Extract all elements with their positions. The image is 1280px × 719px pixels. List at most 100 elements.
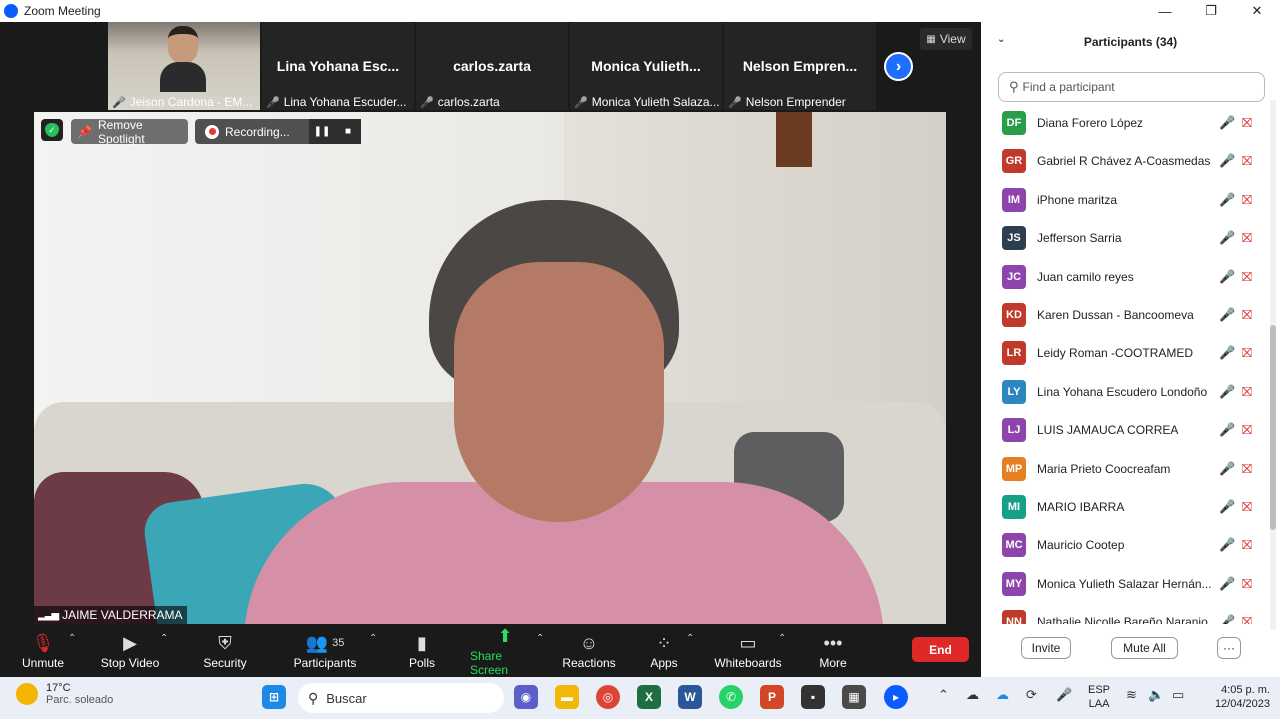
mic-muted-icon[interactable]: 🎤 [1219, 269, 1235, 285]
volume-icon[interactable]: 🔈 [1148, 687, 1164, 703]
reactions-button[interactable]: ☺ Reactions [562, 625, 616, 677]
mic-muted-icon[interactable]: 🎤 [1219, 537, 1235, 553]
participants-button[interactable]: 👥 35 Participants [292, 625, 358, 677]
calculator-icon[interactable]: ▦ [842, 685, 866, 709]
mic-muted-icon[interactable]: 🎤 [1219, 345, 1235, 361]
panel-more-button[interactable]: ··· [1217, 637, 1241, 659]
video-tile[interactable]: 🎤 Jeison Cardona - EM... [108, 22, 260, 110]
weather-widget[interactable]: 17°C Parc. soleado [16, 682, 113, 706]
scrollbar-thumb[interactable] [1270, 325, 1276, 530]
video-off-icon[interactable]: ⛝ [1242, 307, 1252, 323]
video-off-icon[interactable]: ⛝ [1242, 384, 1252, 400]
mic-muted-icon[interactable]: 🎤 [1219, 614, 1235, 624]
video-off-icon[interactable]: ⛝ [1242, 422, 1252, 438]
mic-muted-icon[interactable]: 🎤 [1219, 384, 1235, 400]
video-tile[interactable]: Lina Yohana Esc... 🎤 Lina Yohana Escuder.… [262, 22, 414, 110]
share-options-caret[interactable]: ⌃ [536, 633, 544, 644]
participant-search-input[interactable]: ⚲ Find a participant [998, 72, 1265, 102]
video-off-icon[interactable]: ⛝ [1242, 192, 1252, 208]
security-button[interactable]: ⛨ Security [200, 625, 250, 677]
whiteboards-button[interactable]: ▭ Whiteboards [714, 625, 782, 677]
remove-spotlight-button[interactable]: 📌 Remove Spotlight [71, 118, 188, 146]
participant-row[interactable]: MY Monica Yulieth Salazar Hernán... 🎤 ⛝ [981, 565, 1269, 603]
sticky-notes-icon[interactable]: ▪ [801, 685, 825, 709]
wifi-icon[interactable]: ≋ [1126, 687, 1137, 703]
pause-recording-button[interactable]: ❚❚ [309, 119, 335, 144]
video-off-icon[interactable]: ⛝ [1242, 537, 1252, 553]
participant-row[interactable]: DF Diana Forero López 🎤 ⛝ [981, 104, 1269, 142]
whatsapp-icon[interactable]: ✆ [719, 685, 743, 709]
powerpoint-icon[interactable]: P [760, 685, 784, 709]
participant-row[interactable]: IM iPhone maritza 🎤 ⛝ [981, 181, 1269, 219]
maximize-button[interactable]: ❐ [1188, 0, 1234, 22]
language-indicator[interactable]: ESP LAA [1088, 683, 1110, 711]
mic-muted-icon[interactable]: 🎤 [1219, 153, 1235, 169]
encryption-shield-icon[interactable]: ✓ [41, 119, 63, 141]
stop-recording-button[interactable]: ■ [335, 119, 361, 144]
mic-muted-icon[interactable]: 🎤 [1219, 230, 1235, 246]
excel-icon[interactable]: X [637, 685, 661, 709]
participant-row[interactable]: GR Gabriel R Chávez A-Coasmedas 🎤 ⛝ [981, 142, 1269, 180]
participant-row[interactable]: KD Karen Dussan - Bancoomeva 🎤 ⛝ [981, 296, 1269, 334]
mic-muted-icon[interactable]: 🎤 [1219, 422, 1235, 438]
video-tile[interactable]: Nelson Empren... 🎤 Nelson Emprender [724, 22, 876, 110]
video-off-icon[interactable]: ⛝ [1242, 153, 1252, 169]
participant-row[interactable]: NN Nathalie Nicolle Bareño Naranjo 🎤 ⛝ [981, 603, 1269, 624]
video-off-icon[interactable]: ⛝ [1242, 345, 1252, 361]
mic-muted-icon[interactable]: 🎤 [1219, 499, 1235, 515]
video-off-icon[interactable]: ⛝ [1242, 461, 1252, 477]
apps-options-caret[interactable]: ⌃ [686, 633, 694, 644]
view-button[interactable]: ▦ View [920, 28, 972, 50]
mute-all-button[interactable]: Mute All [1111, 637, 1178, 659]
mic-muted-icon[interactable]: 🎤 [1219, 192, 1235, 208]
end-meeting-button[interactable]: End [912, 637, 969, 662]
video-off-icon[interactable]: ⛝ [1242, 576, 1252, 592]
mic-muted-icon[interactable]: 🎤 [1219, 115, 1235, 131]
more-button[interactable]: ••• More [816, 625, 850, 677]
participants-options-caret[interactable]: ⌃ [369, 633, 377, 644]
participant-row[interactable]: MC Mauricio Cootep 🎤 ⛝ [981, 526, 1269, 564]
video-options-caret[interactable]: ⌃ [160, 633, 168, 644]
battery-icon[interactable]: ▭ [1172, 687, 1184, 703]
minimize-button[interactable]: — [1142, 0, 1188, 22]
participant-row[interactable]: JC Juan camilo reyes 🎤 ⛝ [981, 258, 1269, 296]
whiteboards-options-caret[interactable]: ⌃ [778, 633, 786, 644]
apps-button[interactable]: ⁘ Apps [648, 625, 680, 677]
stop-video-button[interactable]: ▶ Stop Video [100, 625, 160, 677]
zoom-taskbar-icon[interactable]: ▸ [884, 685, 908, 709]
unmute-button[interactable]: 🎙 Unmute [18, 625, 68, 677]
video-tile[interactable]: Monica Yulieth... 🎤 Monica Yulieth Salaza… [570, 22, 722, 110]
video-tile[interactable]: carlos.zarta 🎤 carlos.zarta [416, 22, 568, 110]
taskbar-clock[interactable]: 4:05 p. m. 12/04/2023 [1200, 683, 1270, 711]
taskbar-search-input[interactable]: ⚲ Buscar [298, 683, 504, 713]
participant-row[interactable]: LR Leidy Roman -COOTRAMED 🎤 ⛝ [981, 334, 1269, 372]
audio-options-caret[interactable]: ⌃ [68, 633, 76, 644]
participant-row[interactable]: JS Jefferson Sarria 🎤 ⛝ [981, 219, 1269, 257]
file-explorer-icon[interactable]: ▬ [555, 685, 579, 709]
mic-muted-icon[interactable]: 🎤 [1219, 307, 1235, 323]
chevron-down-icon[interactable]: ⌄ [997, 34, 1005, 45]
tray-overflow-icon[interactable]: ⌃ [938, 687, 949, 703]
video-off-icon[interactable]: ⛝ [1242, 115, 1252, 131]
participant-row[interactable]: MP Maria Prieto Coocreafam 🎤 ⛝ [981, 450, 1269, 488]
invite-button[interactable]: Invite [1021, 637, 1071, 659]
participant-row[interactable]: LJ LUIS JAMAUCA CORREA 🎤 ⛝ [981, 411, 1269, 449]
participant-list-scrollbar[interactable] [1270, 100, 1276, 630]
microphone-icon[interactable]: 🎤 [1056, 687, 1072, 703]
windows-start-icon[interactable]: ⊞ [262, 685, 286, 709]
polls-button[interactable]: ▮ Polls [405, 625, 439, 677]
participant-row[interactable]: LY Lina Yohana Escudero Londoño 🎤 ⛝ [981, 373, 1269, 411]
close-button[interactable]: ✕ [1234, 0, 1280, 22]
word-icon[interactable]: W [678, 685, 702, 709]
teams-icon[interactable]: ◉ [514, 685, 538, 709]
mic-muted-icon[interactable]: 🎤 [1219, 576, 1235, 592]
participant-row[interactable]: MI MARIO IBARRA 🎤 ⛝ [981, 488, 1269, 526]
cloud-icon[interactable]: ☁ [996, 687, 1009, 703]
video-off-icon[interactable]: ⛝ [1242, 499, 1252, 515]
mic-muted-icon[interactable]: 🎤 [1219, 461, 1235, 477]
sync-icon[interactable]: ⟳ [1026, 687, 1037, 703]
video-off-icon[interactable]: ⛝ [1242, 614, 1252, 624]
video-off-icon[interactable]: ⛝ [1242, 269, 1252, 285]
onedrive-icon[interactable]: ☁ [966, 687, 979, 703]
share-screen-button[interactable]: ⬆ Share Screen [470, 625, 540, 678]
